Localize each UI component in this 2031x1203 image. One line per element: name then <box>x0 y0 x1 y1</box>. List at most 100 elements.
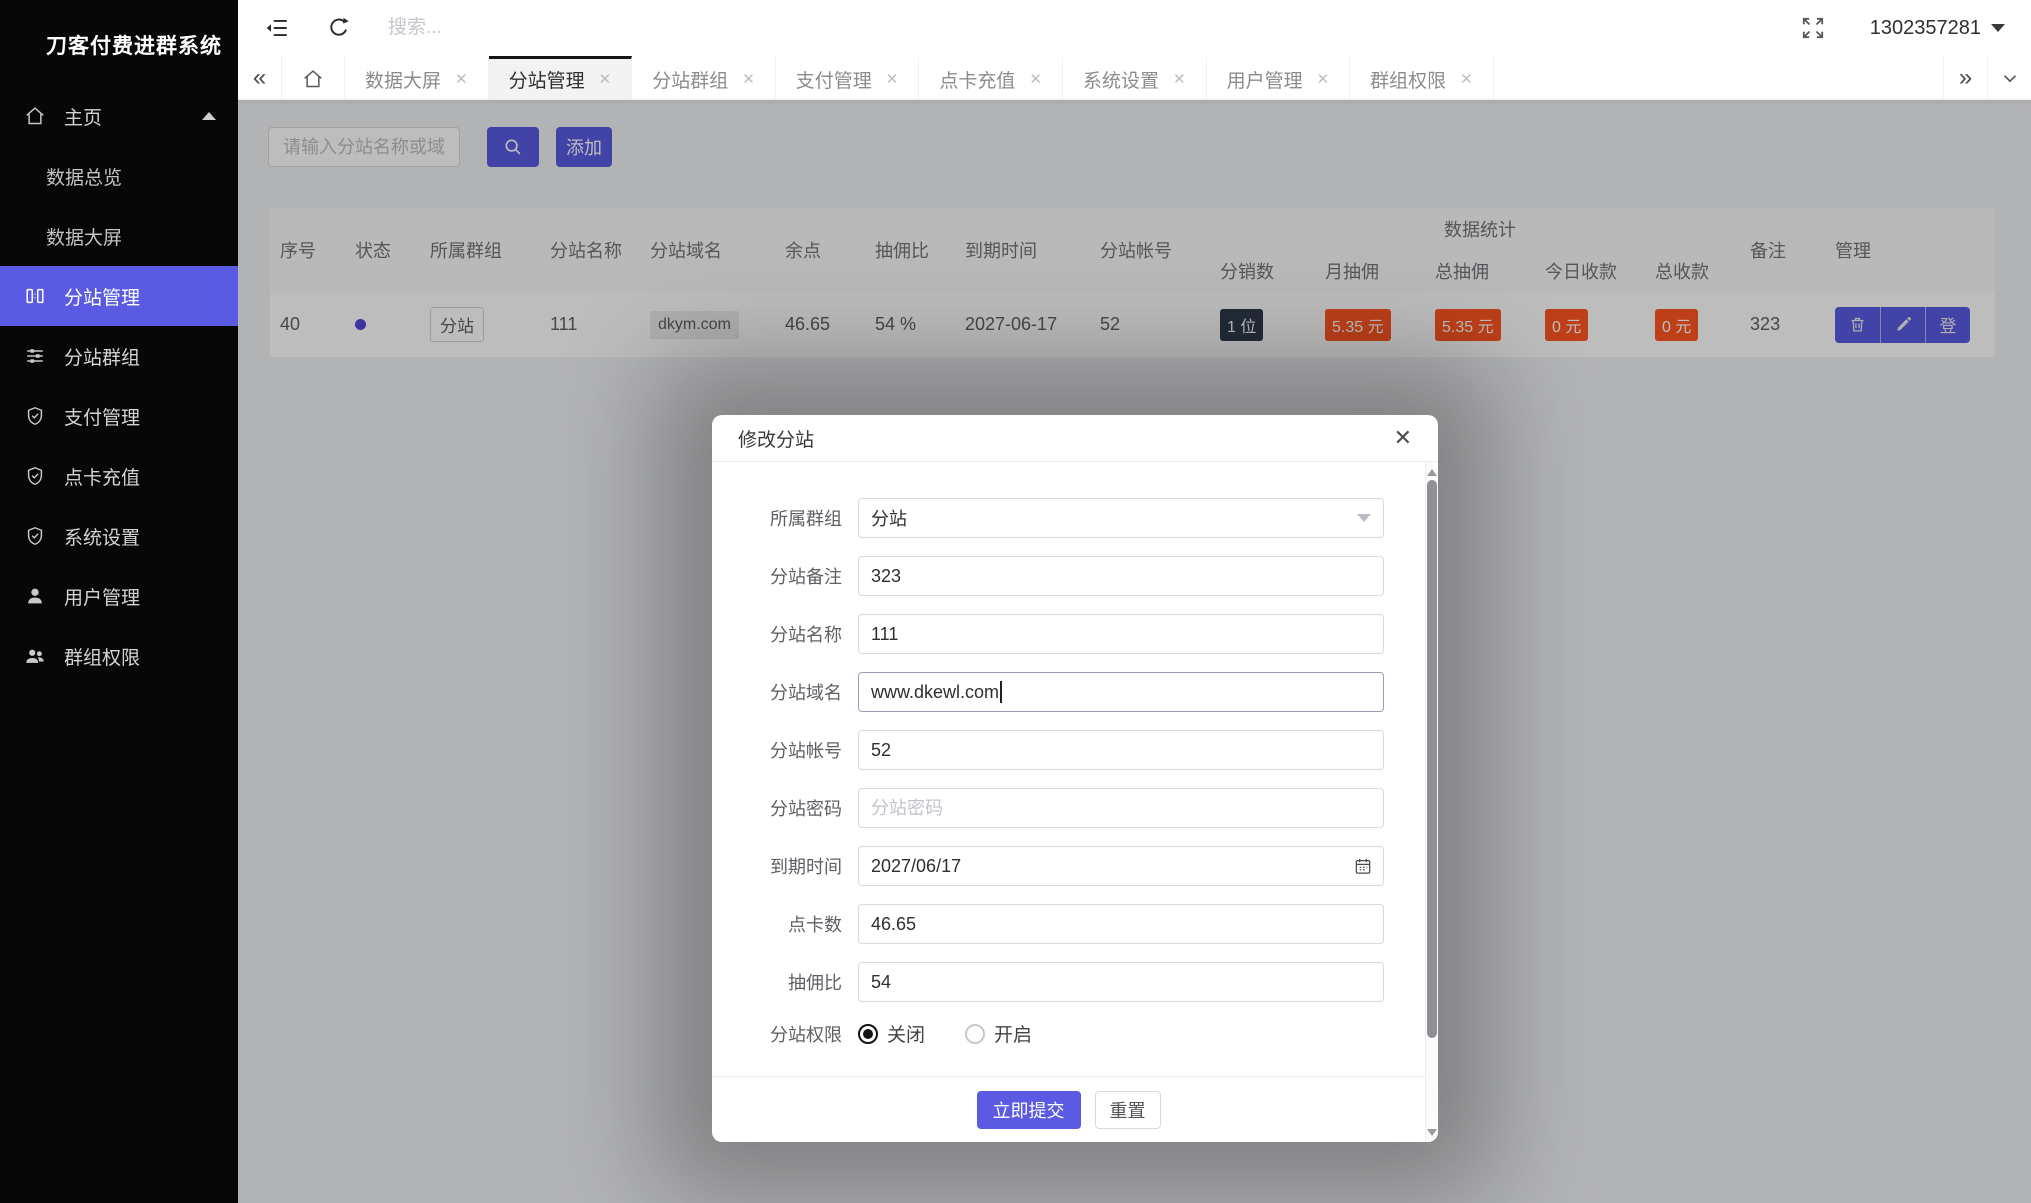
tab-data-screen[interactable]: 数据大屏 ✕ <box>345 56 489 99</box>
sidebar-item-label: 主页 <box>64 107 103 129</box>
sidebar-item-label: 数据总览 <box>46 167 123 189</box>
sidebar-item-home[interactable]: 主页 <box>0 86 238 146</box>
tab-system-settings[interactable]: 系统设置 ✕ <box>1062 56 1207 99</box>
tab-label: 分站群组 <box>652 70 729 92</box>
close-icon[interactable]: ✕ <box>1317 70 1330 88</box>
tabs-menu-button[interactable] <box>1987 56 2031 99</box>
sidebar-item-system-settings[interactable]: 系统设置 <box>0 506 238 566</box>
close-icon[interactable]: ✕ <box>1173 70 1186 88</box>
tabs-scroll-right-button[interactable]: » <box>1943 56 1987 99</box>
modal-scrollbar[interactable] <box>1425 462 1438 1142</box>
close-icon[interactable]: ✕ <box>886 70 899 88</box>
modal-footer: 立即提交 重置 <box>712 1076 1425 1142</box>
scrollbar-thumb[interactable] <box>1427 480 1437 1038</box>
form-row-points: 点卡数 <box>740 904 1384 944</box>
tab-payment[interactable]: 支付管理 ✕ <box>775 56 920 99</box>
sidebar-item-payment[interactable]: 支付管理 <box>0 386 238 446</box>
shield-check-icon <box>24 525 46 547</box>
home-icon <box>24 105 46 127</box>
sidebar-item-label: 支付管理 <box>64 407 141 429</box>
tab-site-management[interactable]: 分站管理 ✕ <box>488 56 633 99</box>
tabs-scroll-left-button[interactable]: « <box>238 56 282 99</box>
tab-label: 分站管理 <box>508 70 585 92</box>
refresh-icon[interactable] <box>326 15 352 41</box>
sidebar-item-data-screen[interactable]: 数据大屏 <box>0 206 238 266</box>
submit-button[interactable]: 立即提交 <box>976 1090 1081 1129</box>
sidebar-item-group-permissions[interactable]: 群组权限 <box>0 626 238 686</box>
topbar: 1302357281 <box>238 0 2031 56</box>
global-search-input[interactable] <box>388 17 688 39</box>
close-icon[interactable]: ✕ <box>599 70 612 88</box>
password-field[interactable] <box>871 797 1371 819</box>
collapse-caret-icon <box>202 112 216 120</box>
permission-radio-group: 关闭 开启 <box>858 1020 1072 1047</box>
home-icon <box>302 68 324 90</box>
sidebar-item-label: 用户管理 <box>64 587 141 609</box>
sidebar-item-data-overview[interactable]: 数据总览 <box>0 146 238 206</box>
tab-label: 数据大屏 <box>365 70 442 92</box>
fullscreen-icon[interactable] <box>1800 15 1826 41</box>
form-row-permission: 分站权限 关闭 开启 <box>740 1020 1384 1047</box>
name-field[interactable] <box>871 623 1371 645</box>
sidebar: 刀客付费进群系统 主页 数据总览 数据大屏 分站管理 分站群组 支付管理 点卡充… <box>0 0 238 1203</box>
chevron-down-icon <box>1991 24 2005 32</box>
field-label: 到期时间 <box>770 857 842 877</box>
field-label: 分站域名 <box>770 683 842 703</box>
select-value: 分站 <box>871 509 907 529</box>
sidebar-item-label: 数据大屏 <box>46 227 123 249</box>
radio-label: 开启 <box>994 1025 1033 1046</box>
tab-group-permissions[interactable]: 群组权限 ✕ <box>1350 56 1494 99</box>
form-row-password: 分站密码 <box>740 788 1384 828</box>
expire-date-field[interactable]: 2027/06/17 <box>858 846 1384 886</box>
collapse-sidebar-icon[interactable] <box>264 15 290 41</box>
radio-label: 关闭 <box>887 1025 926 1046</box>
tab-home[interactable] <box>282 56 345 99</box>
tab-label: 点卡充值 <box>939 70 1016 92</box>
radio-icon <box>858 1023 878 1044</box>
scroll-up-icon[interactable] <box>1426 464 1438 480</box>
remark-field[interactable] <box>871 565 1371 587</box>
date-value: 2027/06/17 <box>871 855 962 876</box>
close-icon[interactable]: ✕ <box>742 70 755 88</box>
commission-field[interactable] <box>871 971 1371 993</box>
form-row-commission: 抽佣比 <box>740 962 1384 1002</box>
sidebar-item-card-recharge[interactable]: 点卡充值 <box>0 446 238 506</box>
tab-site-groups[interactable]: 分站群组 ✕ <box>632 56 776 99</box>
chevron-down-icon <box>1999 67 2021 89</box>
field-label: 分站密码 <box>770 799 842 819</box>
main-content: 添加 序号 状态 所属群组 分站名称 分站域名 余点 <box>238 100 2031 1203</box>
sidebar-item-label: 系统设置 <box>64 527 141 549</box>
reset-button[interactable]: 重置 <box>1094 1090 1161 1129</box>
password-field-wrap <box>858 788 1384 828</box>
close-icon[interactable]: ✕ <box>1029 70 1042 88</box>
radio-on[interactable]: 开启 <box>965 1020 1032 1047</box>
field-label: 分站权限 <box>770 1024 842 1045</box>
close-icon[interactable]: ✕ <box>455 70 468 88</box>
scroll-down-icon[interactable] <box>1426 1124 1438 1140</box>
tab-user-management[interactable]: 用户管理 ✕ <box>1206 56 1351 99</box>
domain-field[interactable]: www.dkewl.com <box>858 672 1384 712</box>
sidebar-item-user-management[interactable]: 用户管理 <box>0 566 238 626</box>
tab-label: 系统设置 <box>1082 70 1159 92</box>
app-root: 刀客付费进群系统 主页 数据总览 数据大屏 分站管理 分站群组 支付管理 点卡充… <box>0 0 2031 1203</box>
app-title: 刀客付费进群系统 <box>46 35 222 58</box>
account-field[interactable] <box>871 739 1371 761</box>
tab-card-recharge[interactable]: 点卡充值 ✕ <box>919 56 1063 99</box>
user-menu[interactable]: 1302357281 <box>1870 17 2005 40</box>
group-select[interactable]: 分站 <box>858 498 1384 538</box>
points-field[interactable] <box>871 913 1371 935</box>
points-field-wrap <box>858 904 1384 944</box>
tab-label: 支付管理 <box>795 70 872 92</box>
account-field-wrap <box>858 730 1384 770</box>
text-cursor <box>1000 681 1003 703</box>
sidebar-item-site-groups[interactable]: 分站群组 <box>0 326 238 386</box>
tab-label: 用户管理 <box>1226 70 1303 92</box>
sidebar-item-site-management[interactable]: 分站管理 <box>0 266 238 326</box>
radio-off[interactable]: 关闭 <box>858 1020 925 1047</box>
commission-field-wrap <box>858 962 1384 1002</box>
edit-site-modal: 修改分站 ✕ 所属群组 分站 分站备注 323 分站名称 111 分站域名 ww… <box>712 415 1438 1142</box>
close-icon[interactable]: ✕ <box>1394 427 1412 449</box>
close-icon[interactable]: ✕ <box>1460 70 1473 88</box>
sliders-icon <box>24 345 46 367</box>
name-field-wrap <box>858 614 1384 654</box>
